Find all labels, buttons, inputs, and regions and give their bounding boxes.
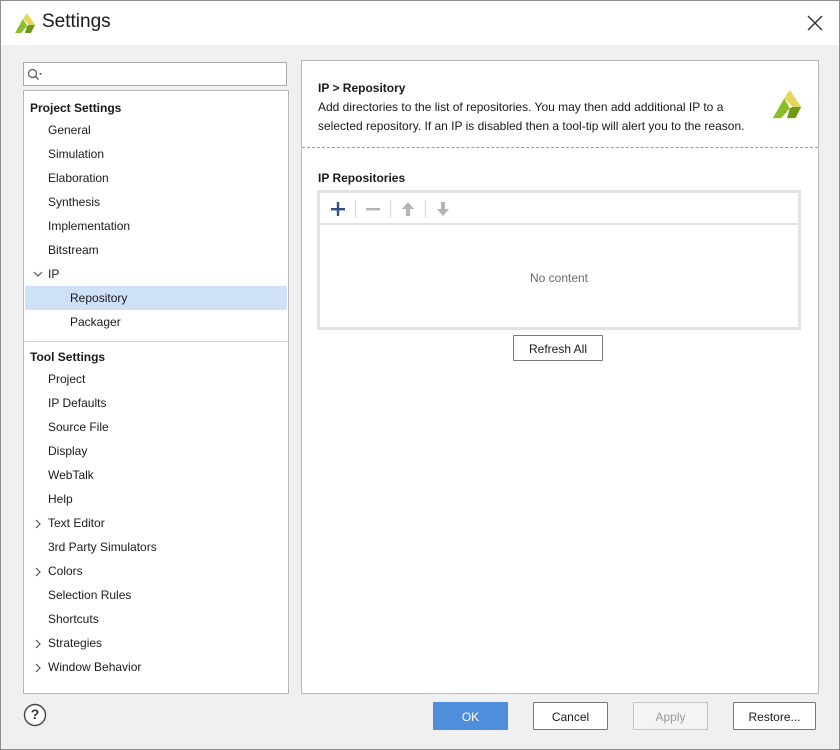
tree-item-synthesis[interactable]: Synthesis: [25, 190, 287, 214]
remove-icon: [366, 208, 380, 211]
restore-button[interactable]: Restore...: [733, 702, 816, 730]
tree-item-label: Project: [48, 372, 86, 386]
tree-item-label: Simulation: [48, 147, 105, 161]
description-line: Add directories to the list of repositor…: [318, 100, 724, 114]
chevron-right-icon[interactable]: [34, 567, 42, 577]
tree-item-label: Colors: [48, 564, 83, 578]
tree-item-3rd-party-simulators[interactable]: 3rd Party Simulators: [25, 535, 287, 559]
search-input[interactable]: [46, 65, 282, 83]
ip-repositories-list[interactable]: No content: [317, 190, 801, 330]
tree-item-label: Packager: [70, 315, 121, 329]
tree-item-project[interactable]: Project: [25, 367, 287, 391]
panel-header: IP > Repository Add directories to the l…: [302, 61, 818, 147]
project-settings-heading: Project Settings: [30, 101, 122, 115]
move-down-icon: [437, 202, 449, 216]
settings-dialog: Settings Project Settings General Simula…: [0, 0, 840, 750]
tree-item-text-editor[interactable]: Text Editor: [25, 511, 287, 535]
title-bar: Settings: [1, 1, 839, 45]
settings-content-panel: IP > Repository Add directories to the l…: [301, 60, 819, 694]
chevron-down-icon[interactable]: [33, 270, 43, 278]
cancel-button[interactable]: Cancel: [533, 702, 608, 730]
apply-button[interactable]: Apply: [633, 702, 708, 730]
tree-item-label: IP: [48, 267, 60, 281]
vivado-logo-icon: [770, 87, 804, 124]
add-repository-button[interactable]: [327, 198, 349, 220]
tool-settings-heading: Tool Settings: [30, 350, 106, 364]
tree-item-label: Display: [48, 444, 88, 458]
settings-search-box[interactable]: [23, 62, 287, 86]
move-down-button[interactable]: [432, 198, 454, 220]
tree-item-bitstream[interactable]: Bitstream: [25, 238, 287, 262]
tree-item-label: Text Editor: [48, 516, 105, 530]
tree-item-label: WebTalk: [48, 468, 94, 482]
chevron-right-icon[interactable]: [34, 519, 42, 529]
tree-item-ip-defaults[interactable]: IP Defaults: [25, 391, 287, 415]
close-button[interactable]: [801, 9, 829, 37]
tree-item-label: Shortcuts: [48, 612, 99, 626]
panel-description: Add directories to the list of repositor…: [318, 98, 768, 136]
tree-item-label: General: [48, 123, 91, 137]
tree-item-packager[interactable]: Packager: [25, 310, 287, 334]
tree-item-simulation[interactable]: Simulation: [25, 142, 287, 166]
tree-item-selection-rules[interactable]: Selection Rules: [25, 583, 287, 607]
toolbar-separator: [355, 200, 356, 218]
tree-item-implementation[interactable]: Implementation: [25, 214, 287, 238]
tree-item-help[interactable]: Help: [25, 487, 287, 511]
ip-repositories-heading: IP Repositories: [318, 171, 406, 185]
tree-item-shortcuts[interactable]: Shortcuts: [25, 607, 287, 631]
tree-item-display[interactable]: Display: [25, 439, 287, 463]
add-icon: [331, 202, 345, 216]
tree-item-label: Elaboration: [48, 171, 109, 185]
move-up-button[interactable]: [397, 198, 419, 220]
breadcrumb: IP > Repository: [318, 81, 406, 95]
remove-repository-button[interactable]: [362, 198, 384, 220]
tree-item-general[interactable]: General: [25, 118, 287, 142]
tree-item-label: Implementation: [48, 219, 131, 233]
tree-item-label: Strategies: [48, 636, 103, 650]
refresh-all-button[interactable]: Refresh All: [513, 335, 603, 361]
help-button[interactable]: ?: [23, 703, 47, 727]
tree-item-repository[interactable]: Repository: [25, 286, 287, 310]
tree-item-webtalk[interactable]: WebTalk: [25, 463, 287, 487]
empty-list-message: No content: [529, 271, 589, 285]
close-icon: [807, 15, 823, 31]
tree-item-source-file[interactable]: Source File: [25, 415, 287, 439]
ok-button[interactable]: OK: [433, 702, 508, 730]
tree-item-ip[interactable]: IP: [25, 262, 287, 286]
tree-item-label: Source File: [48, 420, 109, 434]
tree-item-elaboration[interactable]: Elaboration: [25, 166, 287, 190]
tree-item-label: Synthesis: [48, 195, 101, 209]
tree-divider: [25, 341, 287, 342]
tree-item-label: Bitstream: [48, 243, 99, 257]
tree-item-label: Repository: [70, 291, 128, 305]
move-up-icon: [402, 202, 414, 216]
header-divider: [302, 147, 818, 148]
repositories-toolbar: [320, 193, 798, 225]
vivado-logo-icon: [13, 11, 37, 35]
window-title: Settings: [42, 11, 111, 32]
tree-item-window-behavior[interactable]: Window Behavior: [25, 655, 287, 679]
tree-item-label: 3rd Party Simulators: [48, 540, 157, 554]
settings-tree: Project Settings General Simulation Elab…: [23, 90, 289, 694]
description-line: selected repository. If an IP is disable…: [318, 119, 745, 133]
toolbar-separator: [390, 200, 391, 218]
chevron-right-icon[interactable]: [34, 639, 42, 649]
tree-item-label: Window Behavior: [48, 660, 142, 674]
tree-item-label: Selection Rules: [48, 588, 132, 602]
chevron-right-icon[interactable]: [34, 663, 42, 673]
help-glyph: ?: [30, 706, 40, 722]
tree-item-label: Help: [48, 492, 73, 506]
toolbar-separator: [425, 200, 426, 218]
tree-item-strategies[interactable]: Strategies: [25, 631, 287, 655]
tree-item-colors[interactable]: Colors: [25, 559, 287, 583]
tree-item-label: IP Defaults: [48, 396, 107, 410]
search-icon: [27, 68, 42, 80]
